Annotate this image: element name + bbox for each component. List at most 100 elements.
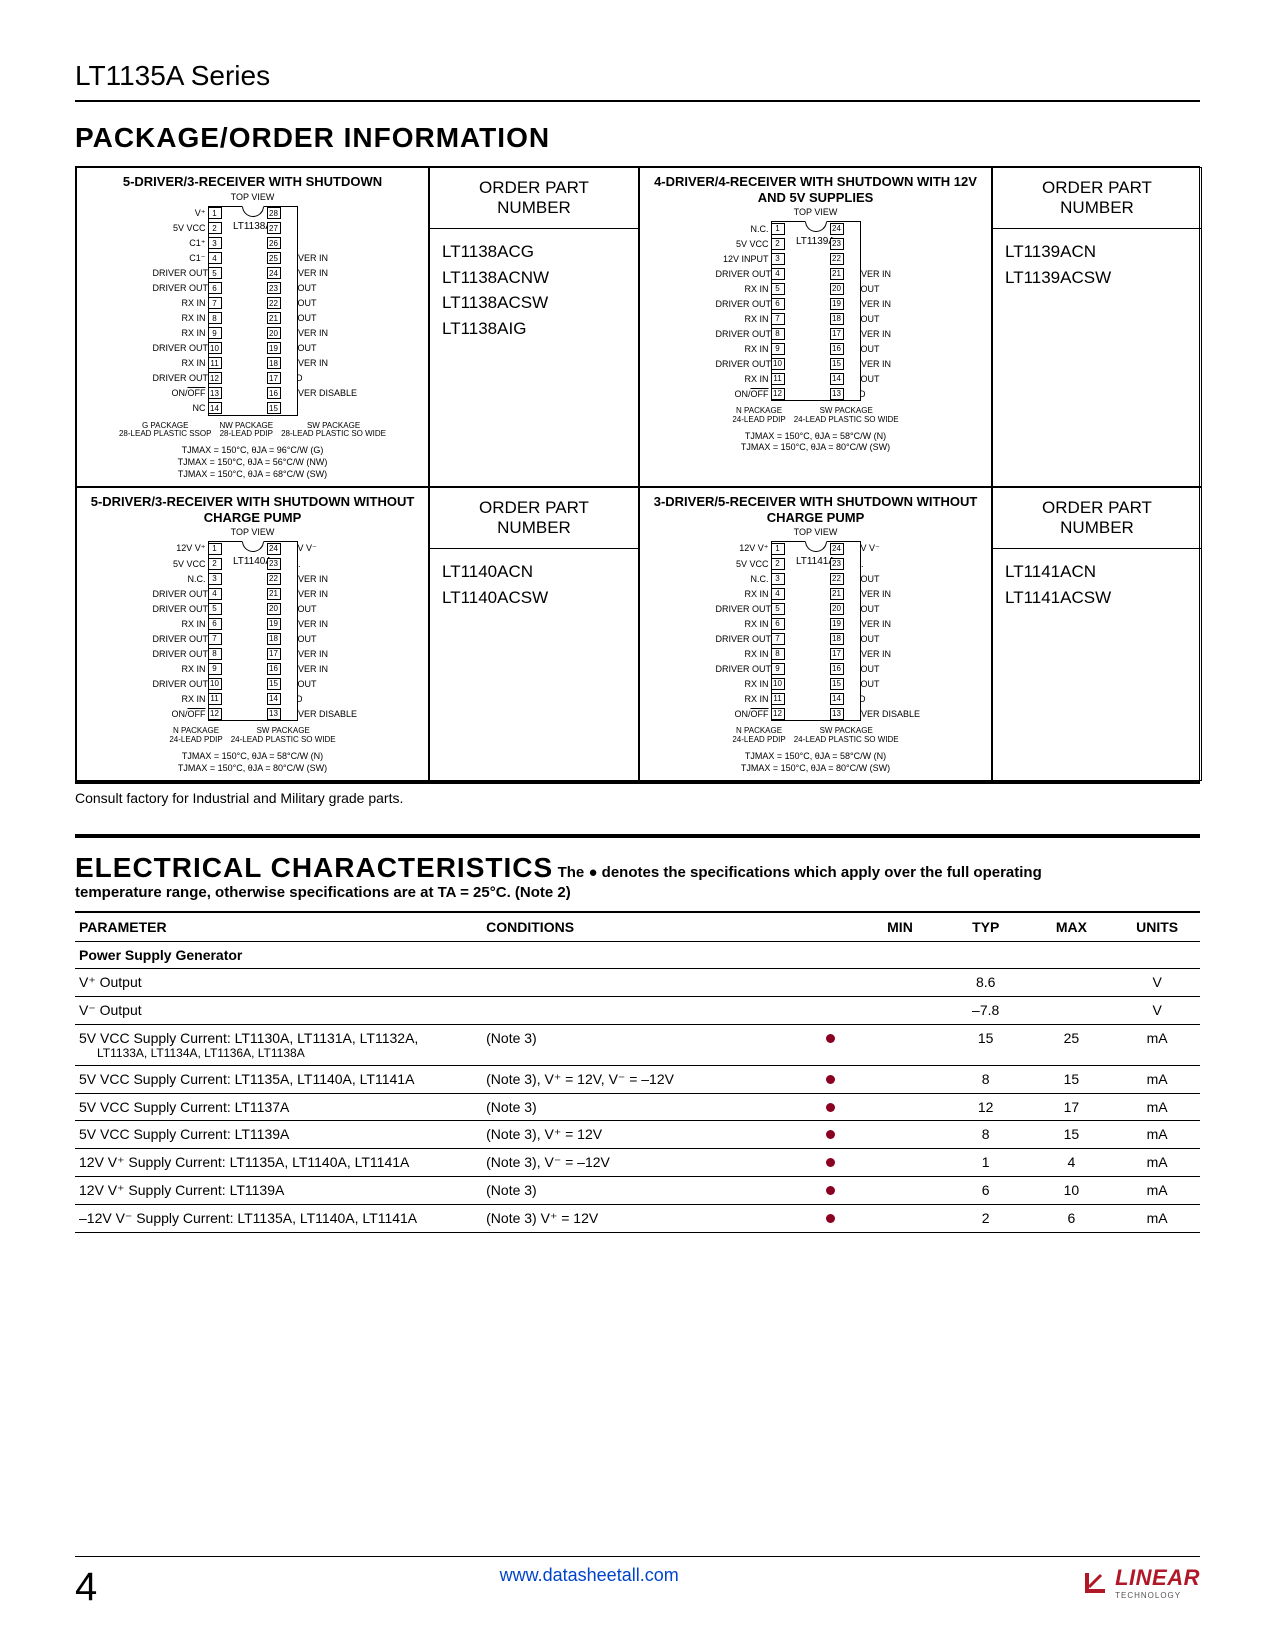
max-cell: 10 [1029, 1177, 1115, 1205]
min-cell [857, 997, 943, 1025]
pin-label-left: C1⁻ [153, 253, 208, 264]
temperature-dot-icon [826, 1214, 835, 1223]
pin-number: 3 [208, 573, 222, 585]
pin-number: 6 [208, 618, 222, 630]
order-part-cell: ORDER PARTNUMBERLT1138ACGLT1138ACNWLT113… [429, 167, 639, 487]
pin-number: 22 [830, 253, 844, 265]
pin-number: 6 [771, 298, 785, 310]
pin-number: 12 [771, 708, 785, 720]
typ-cell: 1 [943, 1149, 1029, 1177]
pin-number: 17 [267, 372, 281, 384]
pin-label-left: RX IN [153, 694, 208, 704]
pin-number: 17 [830, 328, 844, 340]
min-cell [857, 969, 943, 997]
typ-cell: 12 [943, 1094, 1029, 1121]
max-cell: 6 [1029, 1205, 1115, 1233]
pin-number: 11 [208, 693, 222, 705]
units-cell: mA [1114, 1121, 1200, 1149]
pin-number: 9 [771, 343, 785, 355]
order-part-list: LT1139ACNLT1139ACSW [993, 229, 1201, 300]
footer-url[interactable]: www.datasheetall.com [500, 1565, 679, 1586]
order-part-list: LT1141ACNLT1141ACSW [993, 549, 1201, 620]
table-row: V⁻ Output–7.8V [75, 997, 1200, 1025]
dot-cell [804, 1121, 858, 1149]
min-cell [857, 1149, 943, 1177]
pin-number: 18 [830, 633, 844, 645]
temperature-dot-icon [826, 1130, 835, 1139]
units-cell: mA [1114, 1205, 1200, 1233]
conditions-cell: (Note 3) [482, 1094, 803, 1121]
min-cell [857, 1094, 943, 1121]
pin-number: 14 [267, 693, 281, 705]
pin-label-left: 5V VCC [153, 559, 208, 569]
page-footer: 4 www.datasheetall.com LINEAR TECHNOLOGY [75, 1556, 1200, 1610]
pin-number: 5 [208, 603, 222, 615]
pin-label-left: 12V V⁺ [153, 543, 208, 554]
pin-number: 15 [830, 678, 844, 690]
pin-number: 7 [208, 297, 222, 309]
pin-number: 20 [830, 603, 844, 615]
package-title: 3-DRIVER/5-RECEIVER WITH SHUTDOWN WITHOU… [646, 494, 985, 525]
pin-label-left: DRIVER OUT [153, 634, 208, 644]
pin-number: 17 [830, 648, 844, 660]
pin-number: 7 [208, 633, 222, 645]
order-part-cell: ORDER PARTNUMBERLT1141ACNLT1141ACSW [992, 487, 1202, 781]
pin-number: 10 [208, 342, 222, 354]
package-type: G PACKAGE28-LEAD PLASTIC SSOP [119, 422, 211, 440]
thermal-notes: TJMAX = 150°C, θJA = 58°C/W (N)TJMAX = 1… [83, 751, 422, 774]
pin-label-left: DRIVER OUT [716, 604, 771, 614]
pin-number: 22 [267, 573, 281, 585]
pin-label-left: RX IN [716, 619, 771, 629]
pin-label-left: 12V V⁺ [716, 543, 771, 554]
package-types: G PACKAGE28-LEAD PLASTIC SSOPNW PACKAGE2… [83, 422, 422, 440]
section-heading-electrical: ELECTRICAL CHARACTERISTICS [75, 852, 553, 883]
typ-cell: 8.6 [943, 969, 1029, 997]
package-title: 5-DRIVER/3-RECEIVER WITH SHUTDOWN [83, 174, 422, 190]
package-diagram-cell: 3-DRIVER/5-RECEIVER WITH SHUTDOWN WITHOU… [639, 487, 992, 781]
package-title: 5-DRIVER/3-RECEIVER WITH SHUTDOWN WITHOU… [83, 494, 422, 525]
pin-number: 10 [771, 678, 785, 690]
conditions-cell: (Note 3), V⁺ = 12V, V⁻ = –12V [482, 1066, 803, 1094]
section-heading-package: PACKAGE/ORDER INFORMATION [75, 122, 1200, 154]
max-cell: 25 [1029, 1025, 1115, 1066]
order-part-header: ORDER PARTNUMBER [993, 168, 1201, 229]
table-row: –12V V⁻ Supply Current: LT1135A, LT1140A… [75, 1205, 1200, 1233]
chip-notch [242, 206, 264, 217]
parameter-cell: 5V VCC Supply Current: LT1137A [75, 1094, 482, 1121]
pin-number: 22 [830, 573, 844, 585]
pin-number: 18 [267, 357, 281, 369]
pin-number: 16 [830, 343, 844, 355]
divider [75, 834, 1200, 838]
pin-number: 7 [771, 633, 785, 645]
package-order-grid: 5-DRIVER/3-RECEIVER WITH SHUTDOWNTOP VIE… [75, 166, 1200, 784]
parameter-cell: 12V V⁺ Supply Current: LT1139A [75, 1177, 482, 1205]
units-cell: mA [1114, 1066, 1200, 1094]
pin-number: 8 [771, 648, 785, 660]
pin-number: 12 [208, 708, 222, 720]
pin-number: 12 [771, 388, 785, 400]
pin-number: 23 [267, 558, 281, 570]
table-row: 12V V⁺ Supply Current: LT1135A, LT1140A,… [75, 1149, 1200, 1177]
table-row: 5V VCC Supply Current: LT1137A(Note 3) 12… [75, 1094, 1200, 1121]
pin-label-left: NC [153, 403, 208, 413]
order-part-header: ORDER PARTNUMBER [430, 168, 638, 229]
pin-number: 24 [830, 223, 844, 235]
pin-number: 4 [208, 588, 222, 600]
chip-pinout: N.C.124V⁻5V VCC223C⁻12V INPUT322C⁺DRIVER… [716, 221, 916, 401]
table-header: MIN [857, 912, 943, 942]
pin-number: 21 [830, 588, 844, 600]
pin-label-left: DRIVER OUT [716, 299, 771, 309]
typ-cell: 2 [943, 1205, 1029, 1233]
table-row: 12V V⁺ Supply Current: LT1139A(Note 3)61… [75, 1177, 1200, 1205]
min-cell [857, 1205, 943, 1233]
pin-label-left: RX IN [153, 298, 208, 308]
thermal-notes: TJMAX = 150°C, θJA = 58°C/W (N)TJMAX = 1… [646, 751, 985, 774]
pin-number: 11 [208, 357, 222, 369]
pin-number: 2 [771, 238, 785, 250]
pin-label-left: C1⁺ [153, 238, 208, 249]
table-row: 5V VCC Supply Current: LT1135A, LT1140A,… [75, 1066, 1200, 1094]
pin-number: 24 [830, 543, 844, 555]
thermal-notes: TJMAX = 150°C, θJA = 58°C/W (N)TJMAX = 1… [646, 431, 985, 454]
order-part-list: LT1140ACNLT1140ACSW [430, 549, 638, 620]
pin-label-left: DRIVER OUT [716, 269, 771, 279]
